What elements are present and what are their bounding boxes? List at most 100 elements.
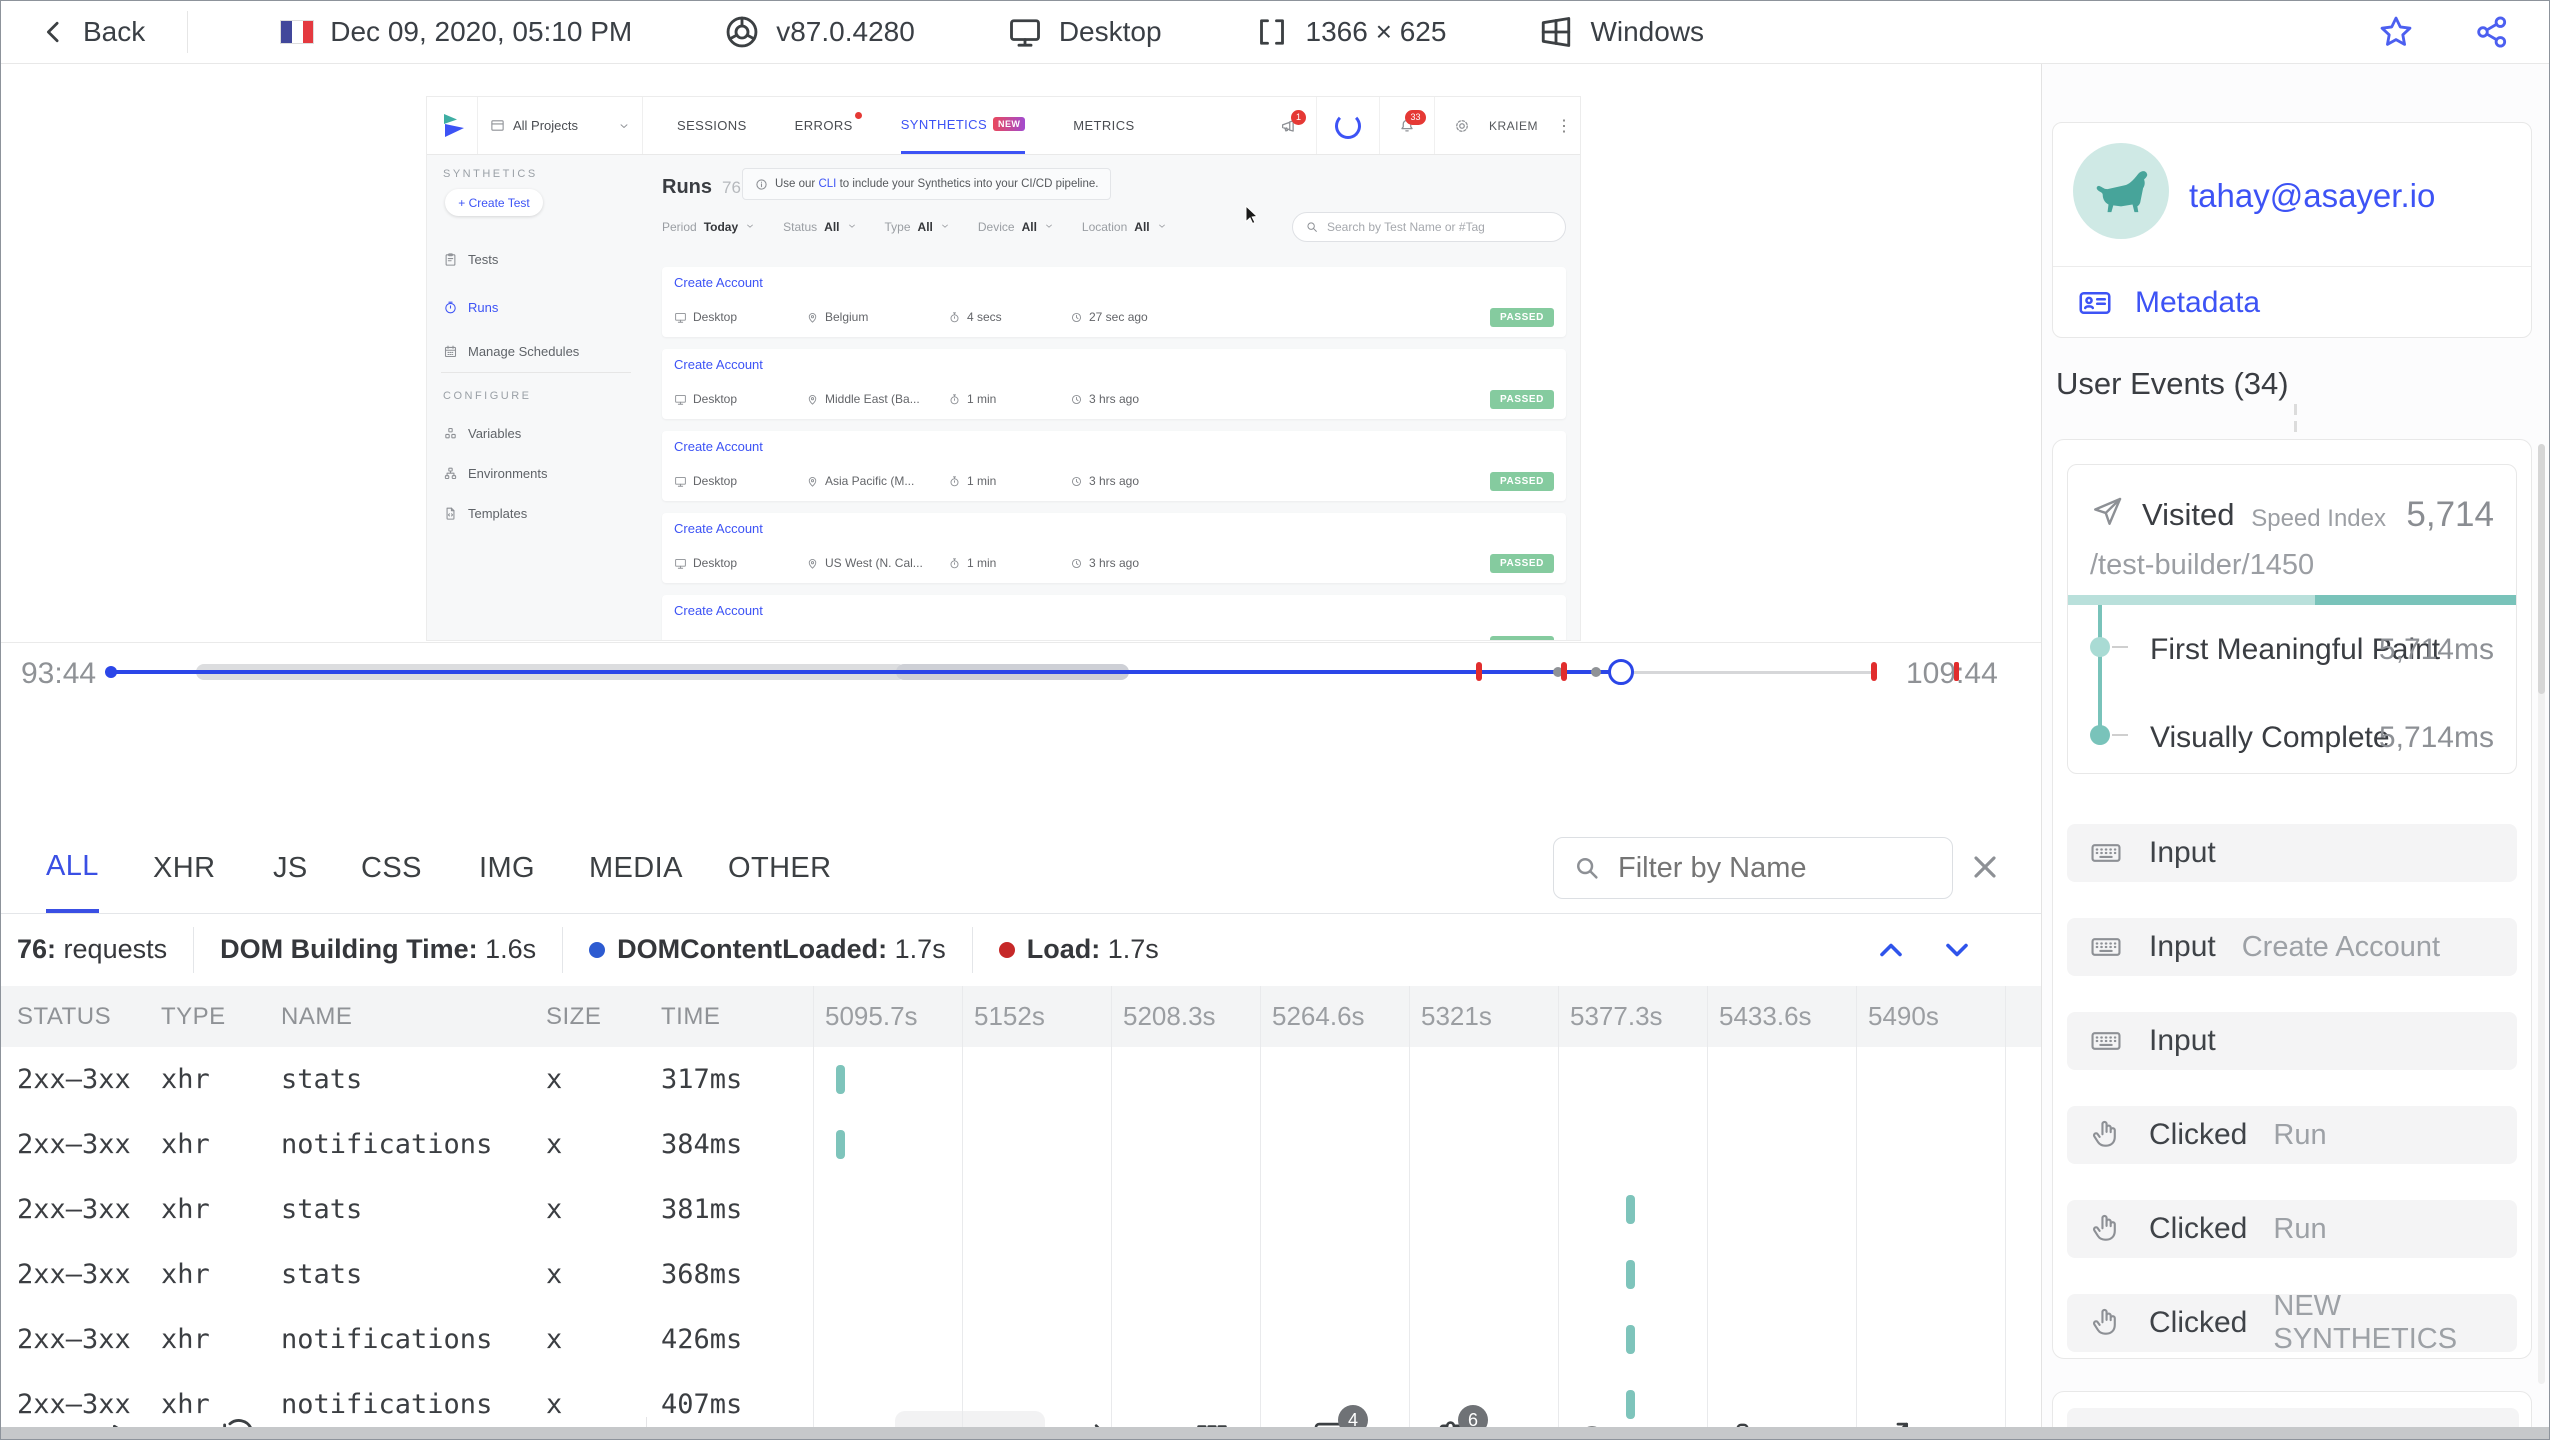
favorite-star-icon[interactable] (2377, 13, 2415, 51)
sidebar-item-templates[interactable]: Templates (443, 506, 527, 521)
tab-all[interactable]: ALL (46, 823, 99, 913)
col-status[interactable]: STATUS (17, 986, 111, 1047)
section-configure: CONFIGURE (443, 390, 532, 402)
run-ago: 3 hrs ago (1070, 474, 1139, 488)
run-card[interactable]: Create Account Desktop PASSED (662, 595, 1566, 640)
tab-xhr[interactable]: XHR (153, 823, 215, 913)
project-selector[interactable]: All Projects (477, 97, 643, 154)
chrome-icon (724, 14, 760, 50)
filter-device[interactable]: Device All (978, 220, 1054, 234)
network-table-row[interactable]: 2xx–3xx xhr stats x 381ms (1, 1177, 2041, 1242)
fmp-dot (2090, 637, 2110, 657)
sidebar-item-manage-schedules[interactable]: Manage Schedules (443, 344, 579, 359)
tick (2112, 734, 2128, 736)
user-email[interactable]: tahay@asayer.io (2189, 177, 2435, 215)
collapse-up-icon[interactable] (1873, 932, 1909, 968)
tab-sessions[interactable]: SESSIONS (677, 97, 747, 154)
close-panel-icon[interactable] (1967, 849, 2003, 885)
filter-input[interactable] (1616, 850, 1920, 886)
chevron-left-icon (39, 17, 69, 47)
network-table-row[interactable]: 2xx–3xx xhr stats x 368ms (1, 1242, 2041, 1307)
collapse-down-icon[interactable] (1939, 932, 1975, 968)
time-tick: 5433.6s (1719, 1001, 1812, 1031)
status-badge: PASSED (1490, 307, 1554, 327)
timeline-progress[interactable] (111, 670, 1614, 674)
id-card-icon (2077, 285, 2113, 321)
tab-other[interactable]: OTHER (728, 823, 832, 913)
filter-type[interactable]: Type All (885, 220, 950, 234)
network-table-row[interactable]: 2xx–3xx xhr notifications x 426ms (1, 1307, 2041, 1372)
col-type[interactable]: TYPE (161, 986, 226, 1047)
tab-metrics[interactable]: METRICS (1073, 97, 1134, 154)
run-card[interactable]: Create Account Desktop Asia Pacific (M..… (662, 431, 1566, 501)
error-marker[interactable] (1871, 662, 1877, 681)
event-input[interactable]: Input (2067, 1012, 2517, 1070)
fmp-value: 5,714ms (2378, 633, 2494, 666)
status-badge: PASSED (1490, 471, 1554, 491)
sidebar-item-variables[interactable]: Variables (443, 426, 521, 441)
metadata-button[interactable]: Metadata (2077, 285, 2260, 321)
settings-gear-icon[interactable] (1453, 117, 1471, 135)
chevron-down-icon (618, 120, 630, 132)
run-title[interactable]: Create Account (674, 357, 763, 372)
col-size[interactable]: SIZE (546, 986, 601, 1047)
run-card[interactable]: Create Account Desktop US West (N. Cal..… (662, 513, 1566, 583)
network-table-row[interactable]: 2xx–3xx xhr stats x 317ms (1, 1047, 2041, 1112)
cli-link[interactable]: CLI (818, 178, 836, 190)
events-group-card: Visited Speed Index 5,714 /test-builder/… (2052, 439, 2532, 1359)
run-card[interactable]: Create Account Desktop Belgium 4 secs 27… (662, 267, 1566, 337)
monitor-icon (1007, 14, 1043, 50)
navigate-icon (2090, 493, 2126, 529)
filter-location[interactable]: Location All (1082, 220, 1167, 234)
col-time[interactable]: TIME (661, 986, 720, 1047)
sidebar-scrollbar-thumb[interactable] (2538, 444, 2545, 694)
sidebar-item-tests[interactable]: Tests (443, 252, 498, 267)
sidebar-scrollbar-track[interactable] (2538, 444, 2545, 1384)
paint-progress-bar (2068, 595, 2516, 605)
timeline-start-dot (105, 666, 117, 678)
tab-synthetics[interactable]: SYNTHETICS NEW (900, 97, 1026, 154)
error-marker[interactable] (1476, 662, 1482, 681)
back-button[interactable]: Back (39, 16, 145, 48)
event-input[interactable]: Input Create Account (2067, 918, 2517, 976)
run-title[interactable]: Create Account (674, 521, 763, 536)
test-search-input[interactable]: Search by Test Name or #Tag (1292, 212, 1566, 242)
tab-css[interactable]: CSS (361, 823, 422, 913)
run-card[interactable]: Create Account Desktop Middle East (Ba..… (662, 349, 1566, 419)
run-ago: 3 hrs ago (1070, 392, 1139, 406)
filter-period[interactable]: Period Today (662, 220, 755, 234)
event-dot[interactable] (1591, 667, 1601, 677)
network-table-row[interactable]: 2xx–3xx xhr notifications x 384ms (1, 1112, 2041, 1177)
user-name[interactable]: KRAIEM (1489, 119, 1538, 133)
tab-img[interactable]: IMG (479, 823, 535, 913)
timeline-remaining[interactable] (1621, 671, 1876, 674)
run-meta: Desktop US West (N. Cal... 1 min 3 hrs a… (674, 549, 1554, 577)
bottom-scrollbar[interactable] (1, 1427, 2549, 1439)
share-icon[interactable] (2473, 13, 2511, 51)
tab-js[interactable]: JS (273, 823, 308, 913)
visited-card[interactable]: Visited Speed Index 5,714 /test-builder/… (2067, 464, 2517, 774)
timeline-handle[interactable] (1608, 659, 1634, 685)
filter-status[interactable]: Status All (783, 220, 856, 234)
col-name[interactable]: NAME (281, 986, 352, 1047)
request-waterfall-bar (1626, 1325, 1635, 1354)
error-marker[interactable] (1561, 662, 1567, 681)
create-test-button[interactable]: + Create Test (445, 189, 543, 216)
sidebar-item-runs[interactable]: Runs (443, 300, 498, 315)
announcements-icon[interactable]: 1 (1280, 109, 1306, 135)
tab-media[interactable]: MEDIA (589, 823, 683, 913)
more-menu-icon[interactable]: ⋮ (1556, 116, 1572, 136)
calendar-icon (443, 344, 458, 359)
run-title[interactable]: Create Account (674, 439, 763, 454)
run-title[interactable]: Create Account (674, 603, 763, 618)
sidebar-item-environments[interactable]: Environments (443, 466, 547, 481)
run-title[interactable]: Create Account (674, 275, 763, 290)
event-clicked[interactable]: Clicked NEW SYNTHETICS (2067, 1290, 2517, 1355)
keyboard-icon (2089, 930, 2123, 964)
tab-errors[interactable]: ERRORS (795, 97, 862, 154)
event-clicked[interactable]: Clicked Run (2067, 1200, 2517, 1258)
timeline-current-time: 93:44 (21, 657, 97, 690)
event-clicked[interactable]: Clicked Run (2067, 1106, 2517, 1164)
notifications-bell-icon[interactable]: 33 (1398, 109, 1426, 135)
event-input[interactable]: Input (2067, 824, 2517, 882)
